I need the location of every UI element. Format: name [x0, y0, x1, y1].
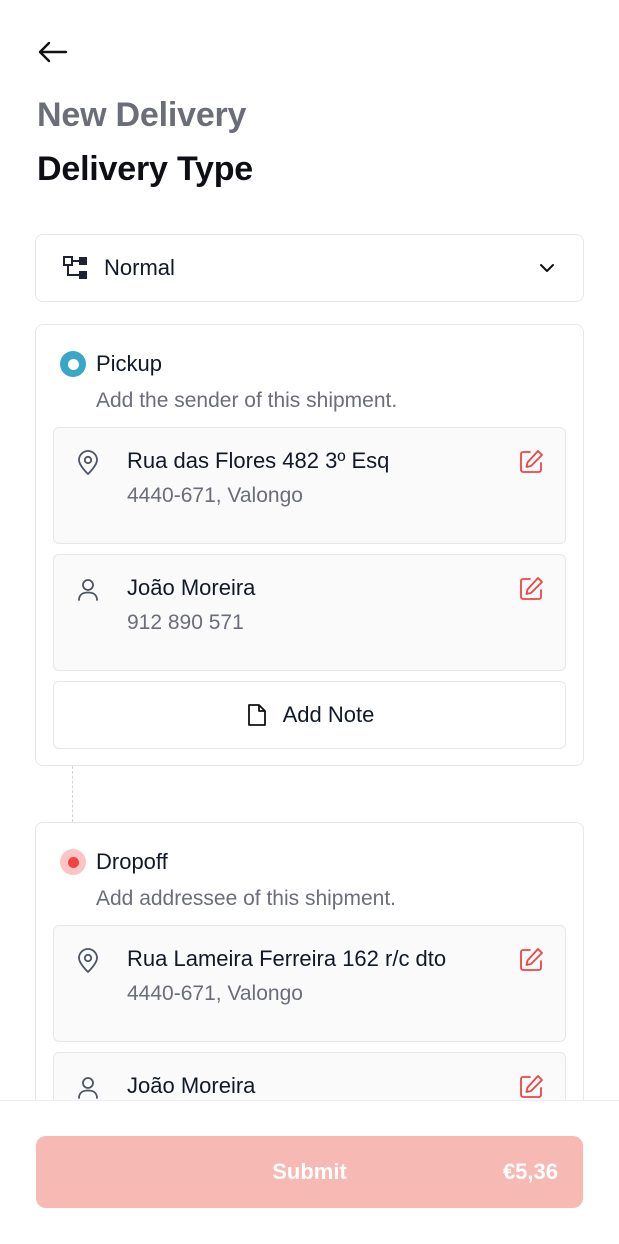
pickup-contact-box[interactable]: João Moreira 912 890 571 — [53, 554, 566, 671]
chevron-down-icon — [540, 264, 554, 272]
edit-icon[interactable] — [517, 575, 545, 603]
pickup-card: Pickup Add the sender of this shipment. … — [35, 324, 584, 766]
map-pin-icon — [78, 450, 98, 475]
page-subtitle: New Delivery — [37, 96, 247, 134]
footer-bar: Submit €5,36 — [0, 1100, 619, 1244]
pickup-dot-icon — [60, 351, 86, 377]
add-note-label: Add Note — [282, 702, 375, 727]
dropoff-dot-icon — [60, 849, 86, 875]
edit-icon[interactable] — [517, 448, 545, 476]
pickup-label: Pickup — [96, 351, 163, 376]
page-title: Delivery Type — [37, 150, 253, 188]
edit-icon[interactable] — [517, 1073, 545, 1101]
dropoff-header: Dropoff — [60, 849, 566, 875]
dropoff-address-line2: 4440-671, Valongo — [127, 982, 303, 1005]
pickup-address-line2: 4440-671, Valongo — [127, 484, 303, 507]
pickup-header: Pickup — [60, 351, 566, 377]
dropoff-description: Add addressee of this shipment. — [96, 887, 397, 910]
dropoff-contact-name: João Moreira — [127, 1073, 256, 1098]
submit-button[interactable]: Submit €5,36 — [36, 1136, 583, 1208]
dropoff-label: Dropoff — [96, 849, 168, 874]
delivery-type-value: Normal — [104, 255, 175, 280]
user-icon — [78, 579, 98, 601]
map-pin-icon — [78, 948, 98, 973]
dropoff-address-line1: Rua Lameira Ferreira 162 r/c dto — [127, 946, 447, 971]
pickup-contact-name: João Moreira — [127, 575, 256, 600]
pickup-address-box[interactable]: Rua das Flores 482 3º Esq 4440-671, Valo… — [53, 427, 566, 544]
flow-nodes-icon — [63, 256, 87, 279]
route-connector — [72, 766, 73, 822]
total-price: €5,36 — [502, 1159, 558, 1184]
user-icon — [78, 1077, 98, 1099]
pickup-contact-phone: 912 890 571 — [127, 611, 244, 634]
pickup-description: Add the sender of this shipment. — [96, 389, 398, 412]
arrow-left-icon — [38, 41, 68, 63]
dropoff-address-box[interactable]: Rua Lameira Ferreira 162 r/c dto 4440-67… — [53, 925, 566, 1042]
back-button[interactable] — [32, 34, 72, 70]
pickup-address-line1: Rua das Flores 482 3º Esq — [127, 448, 390, 473]
file-icon — [247, 704, 266, 726]
edit-icon[interactable] — [517, 946, 545, 974]
submit-label: Submit — [272, 1159, 347, 1184]
add-note-button[interactable]: Add Note — [53, 681, 566, 749]
delivery-type-select[interactable]: Normal — [35, 234, 584, 302]
